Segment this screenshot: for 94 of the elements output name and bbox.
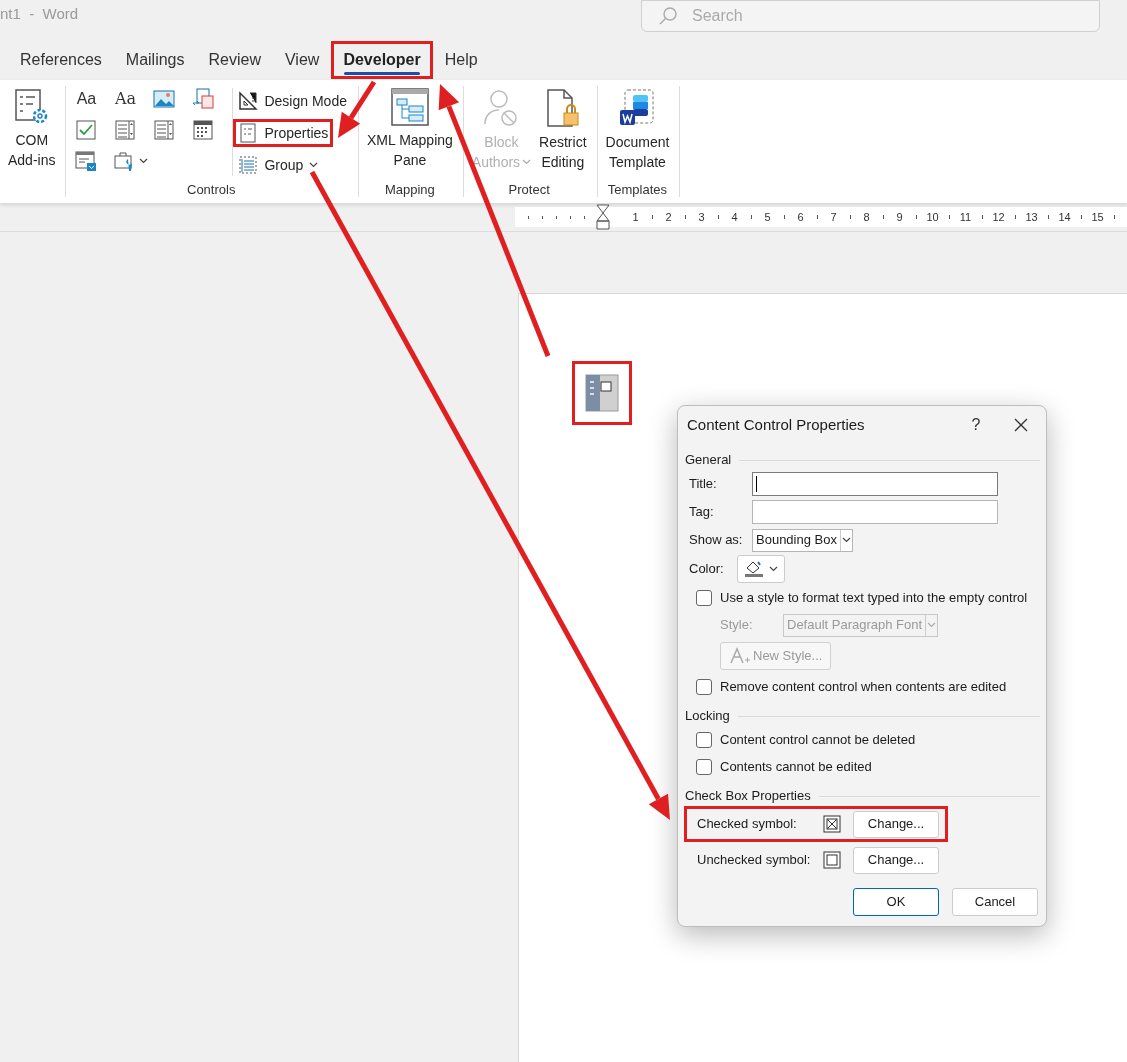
caret-icon <box>769 566 778 572</box>
document-arrows-icon <box>192 88 215 110</box>
ribbon-icon-button[interactable] <box>75 119 98 141</box>
ruler-number: 11 <box>958 209 973 225</box>
ribbon-icon-button[interactable] <box>114 119 137 141</box>
checkbox[interactable] <box>696 589 712 606</box>
ruler-number: 15 <box>1090 209 1105 225</box>
form-dropdown-icon <box>75 150 98 172</box>
group-label: Protect <box>507 180 551 199</box>
change-button[interactable]: Change... <box>853 810 939 838</box>
ruler-number: 5 <box>763 209 772 225</box>
window-title: nt1 - Word <box>0 4 79 24</box>
ruler-triangle-icon <box>238 91 259 111</box>
picture-icon <box>153 88 176 110</box>
field-label: Show as: <box>689 531 744 550</box>
text-field[interactable] <box>752 500 998 524</box>
ribbon-tab[interactable]: Mailings <box>116 44 194 76</box>
list-box-icon <box>114 119 137 141</box>
ribbon-tab[interactable]: Developer <box>334 44 430 76</box>
ribbon-icon-button[interactable]: Aa <box>114 88 137 110</box>
ribbon-tab[interactable]: View <box>276 44 329 76</box>
help-button[interactable]: ? <box>956 409 996 441</box>
ruler-number: 10 <box>925 209 940 225</box>
ribbon-icon-button[interactable] <box>153 88 176 110</box>
ribbon-icon-button[interactable] <box>75 150 98 172</box>
color-picker-button[interactable] <box>737 555 785 583</box>
ruler-number: 12 <box>991 209 1006 225</box>
ribbon-icon-button[interactable] <box>192 88 215 110</box>
ruler-number: 13 <box>1024 209 1039 225</box>
checkbox-label: Content control cannot be deleted <box>720 730 916 749</box>
ribbon-icon-button[interactable] <box>114 150 149 172</box>
dialog-button[interactable]: OK <box>853 888 939 916</box>
field-label: Title: <box>689 475 718 494</box>
text-field[interactable] <box>752 472 998 496</box>
section-heading: Check Box Properties <box>685 787 811 806</box>
content-control-icon <box>585 374 619 412</box>
field-label: Tag: <box>689 503 715 522</box>
field-label: Checked symbol: <box>697 815 798 834</box>
ruler-number: 2 <box>664 209 673 225</box>
ribbon-command[interactable]: Design Mode <box>236 90 349 112</box>
paint-bucket-icon <box>744 560 764 578</box>
section-heading: Locking <box>685 707 730 726</box>
ribbon-button[interactable]: Restrict Editing <box>535 80 591 180</box>
ribbon-command[interactable]: Group <box>236 154 321 176</box>
ruler-number: 7 <box>829 209 838 225</box>
ruler-number: 3 <box>697 209 706 225</box>
checkbox[interactable] <box>696 758 712 775</box>
ribbon-icon-button[interactable]: Aa <box>75 88 98 110</box>
caret-icon <box>841 537 851 543</box>
calendar-icon <box>192 119 215 141</box>
search-icon <box>658 6 678 26</box>
ribbon-icon-button[interactable] <box>192 119 215 141</box>
ruler-number: 1 <box>631 209 640 225</box>
ruler-number: 9 <box>895 209 904 225</box>
ribbon-button[interactable]: COM Add-ins <box>4 80 60 203</box>
change-button[interactable]: Change... <box>853 846 939 874</box>
caret-icon <box>139 158 149 164</box>
ribbon-button[interactable]: Document Template <box>601 80 674 180</box>
template-icon <box>618 88 657 128</box>
dialog-title: Content Control Properties <box>687 414 866 435</box>
ruler-number: 6 <box>796 209 805 225</box>
checkbox[interactable] <box>696 731 712 748</box>
ruler-number: 8 <box>862 209 871 225</box>
group-label: Controls <box>186 180 237 199</box>
ribbon-command[interactable]: Properties <box>236 122 331 144</box>
list-box-icon <box>153 119 176 141</box>
group-label: Templates <box>606 180 669 199</box>
tree-diagram-icon <box>390 88 429 126</box>
caret-icon <box>522 159 532 165</box>
dialog-button[interactable]: Cancel <box>952 888 1038 916</box>
caret-icon <box>309 162 319 168</box>
ribbon-icon-button[interactable] <box>153 119 176 141</box>
properties-icon <box>238 123 259 143</box>
field-label: Style: <box>720 616 754 635</box>
ruler-number: 14 <box>1057 209 1072 225</box>
font-plus-icon <box>729 647 751 665</box>
checkbox-label: Remove content control when contents are edited <box>720 677 1007 696</box>
group-label: Mapping <box>383 180 436 199</box>
caret-icon <box>927 622 937 628</box>
checkbox[interactable] <box>696 678 712 695</box>
ribbon-tab[interactable]: Help <box>435 44 487 76</box>
gear-list-icon <box>13 88 50 126</box>
section-heading: General <box>685 451 732 470</box>
dropdown[interactable]: Bounding Box <box>752 528 853 552</box>
checkbox-label: Contents cannot be edited <box>720 757 872 776</box>
group-icon <box>238 155 259 175</box>
ribbon-tab[interactable]: Review <box>199 44 270 76</box>
checkbox-icon <box>75 119 98 141</box>
checkbox-label: Use a style to format text typed into the empty control <box>720 588 1028 607</box>
close-icon <box>1014 418 1028 432</box>
field-label: Color: <box>689 560 725 579</box>
ruler-number: 4 <box>730 209 739 225</box>
field-label: Unchecked symbol: <box>697 851 812 870</box>
ribbon-tab[interactable]: References <box>11 44 111 76</box>
